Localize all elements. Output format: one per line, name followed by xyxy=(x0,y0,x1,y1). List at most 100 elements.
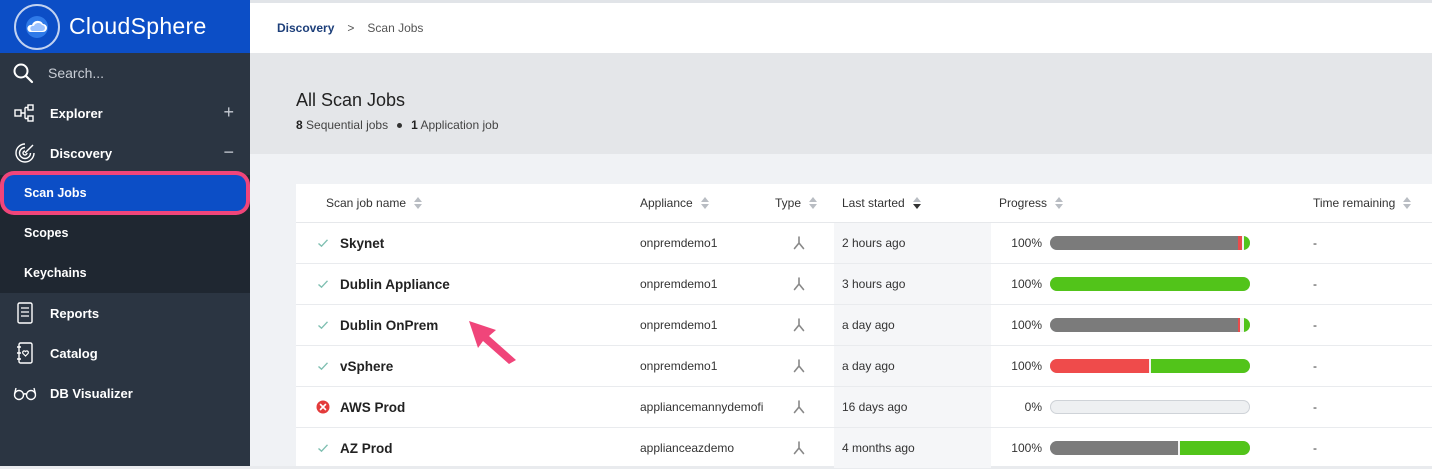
discovery-subnav: Scan Jobs Scopes Keychains xyxy=(0,175,250,293)
brand-header[interactable]: CloudSphere xyxy=(0,0,250,53)
column-label: Last started xyxy=(842,196,905,210)
search-icon xyxy=(13,63,34,84)
appliance-value: onpremdemo1 xyxy=(640,318,718,332)
progress-segment xyxy=(1244,236,1250,250)
progress-bar xyxy=(1050,264,1250,304)
scan-job-name-link[interactable]: AWS Prod xyxy=(340,387,405,427)
sidebar-item-explorer[interactable]: Explorer + xyxy=(0,93,250,133)
appliance-value: appliancemannydemofi xyxy=(640,400,764,414)
breadcrumb-separator: > xyxy=(347,21,355,35)
sidebar-item-label: Explorer xyxy=(50,105,103,121)
progress-segment xyxy=(1050,236,1238,250)
progress-segment xyxy=(1180,441,1250,455)
column-label: Time remaining xyxy=(1313,196,1396,210)
page-title: All Scan Jobs xyxy=(296,90,406,110)
appliance-value: onpremdemo1 xyxy=(640,359,718,373)
search-input[interactable]: Search... xyxy=(48,65,104,81)
sidebar-item-catalog[interactable]: Catalog xyxy=(0,333,250,373)
column-header-name[interactable]: Scan job name xyxy=(326,184,423,222)
column-header-time-remaining[interactable]: Time remaining xyxy=(1313,184,1412,222)
sequential-label: Sequential jobs xyxy=(306,118,389,132)
column-label: Scan job name xyxy=(326,196,407,210)
progress-bar xyxy=(1050,387,1250,427)
collapse-minus-icon[interactable]: − xyxy=(223,143,234,161)
column-header-last-started[interactable]: Last started xyxy=(842,184,921,222)
progress-segment xyxy=(1050,318,1238,332)
sequential-count: 8 xyxy=(296,118,303,132)
sort-icon[interactable] xyxy=(414,197,423,209)
scan-job-name-link[interactable]: AZ Prod xyxy=(340,428,393,468)
sort-icon[interactable] xyxy=(1403,197,1412,209)
progress-segment xyxy=(1151,359,1250,373)
sequential-icon xyxy=(792,223,806,263)
column-header-appliance[interactable]: Appliance xyxy=(640,184,709,222)
pointer-arrow-icon xyxy=(469,321,516,364)
sidebar-subitem-scan-jobs[interactable]: Scan Jobs xyxy=(4,175,246,211)
progress-segment xyxy=(1244,318,1250,332)
sort-icon[interactable] xyxy=(809,197,818,209)
glasses-icon xyxy=(13,381,37,405)
time-remaining-value: - xyxy=(1313,441,1317,455)
appliance-value: applianceazdemo xyxy=(640,441,735,455)
sort-desc-icon[interactable] xyxy=(912,197,921,209)
job-summary: 8 Sequential jobs 1 Application job xyxy=(296,118,499,132)
progress-track xyxy=(1050,359,1250,373)
column-label: Appliance xyxy=(640,196,693,210)
table-header: Scan job name Appliance Type Last starte… xyxy=(296,184,1432,223)
progress-bar xyxy=(1050,305,1250,345)
time-remaining-value: - xyxy=(1313,318,1317,332)
sidebar-item-label: Reports xyxy=(50,305,100,321)
scan-job-name-link[interactable]: Dublin Appliance xyxy=(340,264,450,304)
scan-job-name-link[interactable]: Dublin OnPrem xyxy=(340,305,438,345)
sidebar-item-db-visualizer[interactable]: DB Visualizer xyxy=(0,373,250,413)
progress-percent: 100% xyxy=(1011,359,1042,373)
time-remaining-value: - xyxy=(1313,277,1317,291)
scan-job-name-link[interactable]: vSphere xyxy=(340,346,393,386)
expand-plus-icon[interactable]: + xyxy=(223,103,234,121)
scan-job-name-link[interactable]: Skynet xyxy=(340,223,384,263)
checkmark-icon xyxy=(316,346,330,386)
column-label: Type xyxy=(775,196,802,210)
sequential-icon xyxy=(792,346,806,386)
explorer-graph-icon xyxy=(13,101,37,125)
sort-icon[interactable] xyxy=(1055,197,1064,209)
progress-percent: 0% xyxy=(1024,400,1042,414)
table-row[interactable]: AWS Prod appliancemannydemofi 16 days ago 0… xyxy=(296,387,1432,428)
progress-segment xyxy=(1050,441,1178,455)
table-row[interactable]: Skynet onpremdemo1 2 hours ago 100% - xyxy=(296,223,1432,264)
application-count: 1 xyxy=(411,118,418,132)
column-header-type[interactable]: Type xyxy=(775,184,818,222)
sequential-icon xyxy=(792,305,806,345)
checkmark-icon xyxy=(316,305,330,345)
checkmark-icon xyxy=(316,223,330,263)
column-header-progress[interactable]: Progress xyxy=(999,184,1064,222)
document-icon xyxy=(13,301,37,325)
sidebar-item-label: DB Visualizer xyxy=(50,385,133,401)
sort-icon[interactable] xyxy=(700,197,709,209)
breadcrumb-link-discovery[interactable]: Discovery xyxy=(277,21,334,35)
checkmark-icon xyxy=(316,264,330,304)
sidebar-subitem-scopes[interactable]: Scopes xyxy=(0,213,250,253)
time-remaining-value: - xyxy=(1313,400,1317,414)
app-name: CloudSphere xyxy=(69,13,207,39)
table-row[interactable]: Dublin Appliance onpremdemo1 3 hours ago 10… xyxy=(296,264,1432,305)
sidebar-item-discovery[interactable]: Discovery − xyxy=(0,133,250,173)
page-header: All Scan Jobs 8 Sequential jobs 1 Applica… xyxy=(250,53,1432,154)
sidebar-subitem-keychains[interactable]: Keychains xyxy=(0,253,250,293)
progress-bar xyxy=(1050,428,1250,468)
progress-track xyxy=(1050,441,1250,455)
sidebar-item-reports[interactable]: Reports xyxy=(0,293,250,333)
sequential-icon xyxy=(792,264,806,304)
progress-track xyxy=(1050,236,1250,250)
appliance-value: onpremdemo1 xyxy=(640,277,718,291)
application-label: Application job xyxy=(420,118,499,132)
sidebar-search[interactable]: Search... xyxy=(0,53,250,93)
sequential-icon xyxy=(792,428,806,468)
progress-bar xyxy=(1050,346,1250,386)
last-started-value: 16 days ago xyxy=(834,387,991,427)
progress-segment xyxy=(1050,359,1149,373)
table-row[interactable]: AZ Prod applianceazdemo 4 months ago 100% - xyxy=(296,428,1432,469)
progress-track xyxy=(1050,400,1250,414)
last-started-value: a day ago xyxy=(834,305,991,345)
sequential-icon xyxy=(792,387,806,427)
